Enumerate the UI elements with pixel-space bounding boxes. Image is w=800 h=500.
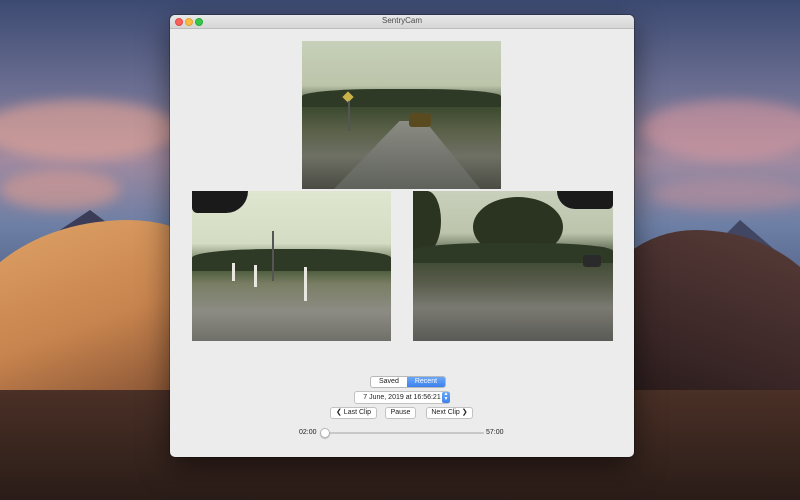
- road-post: [232, 263, 235, 281]
- title-bar[interactable]: SentryCam: [170, 15, 634, 29]
- wallpaper-cloud: [0, 170, 120, 210]
- treeline: [192, 249, 391, 271]
- utility-pole: [272, 231, 274, 281]
- treeline: [302, 89, 501, 107]
- timeline-slider-track[interactable]: [320, 432, 484, 434]
- last-clip-label: Last Clip: [343, 409, 372, 416]
- road-post: [254, 265, 257, 287]
- wallpaper-cloud: [640, 100, 800, 160]
- clip-date-picker[interactable]: 7 June, 2019 at 16:56:21: [354, 391, 450, 404]
- next-clip-label: Next Clip: [431, 409, 460, 416]
- road-post: [304, 267, 307, 301]
- timeline-start-time: 02:00: [299, 429, 317, 436]
- chevron-left-icon: ❮: [335, 409, 342, 416]
- side-mirror: [557, 191, 613, 209]
- road: [332, 121, 482, 189]
- wallpaper-cloud: [650, 180, 800, 210]
- sentrycam-window: SentryCam Saved Recent 7 June, 2019 at 1…: [170, 15, 634, 457]
- window-title: SentryCam: [381, 16, 422, 25]
- saved-segment[interactable]: Saved: [371, 377, 407, 387]
- sign-pole: [348, 101, 350, 131]
- date-stepper[interactable]: ▲ ▼: [442, 392, 450, 403]
- tree: [413, 191, 441, 251]
- next-clip-button[interactable]: Next Clip ❯: [426, 407, 473, 419]
- wallpaper-cloud: [0, 100, 180, 160]
- chevron-right-icon: ❯: [461, 409, 468, 416]
- front-camera-video: [302, 41, 501, 189]
- recent-segment[interactable]: Recent: [406, 377, 446, 387]
- side-mirror: [192, 191, 248, 213]
- right-camera-video: [413, 191, 613, 341]
- clip-mode-segmented-control[interactable]: Saved Recent: [370, 376, 447, 388]
- last-clip-button[interactable]: ❮ Last Clip: [330, 407, 377, 419]
- pause-button[interactable]: Pause: [385, 407, 416, 419]
- car: [583, 255, 601, 267]
- timeline-slider-knob[interactable]: [319, 428, 330, 438]
- car: [409, 113, 431, 127]
- left-camera-video: [192, 191, 391, 341]
- stepper-down-icon[interactable]: ▼: [444, 396, 449, 402]
- timeline-end-time: 57:00: [486, 429, 504, 436]
